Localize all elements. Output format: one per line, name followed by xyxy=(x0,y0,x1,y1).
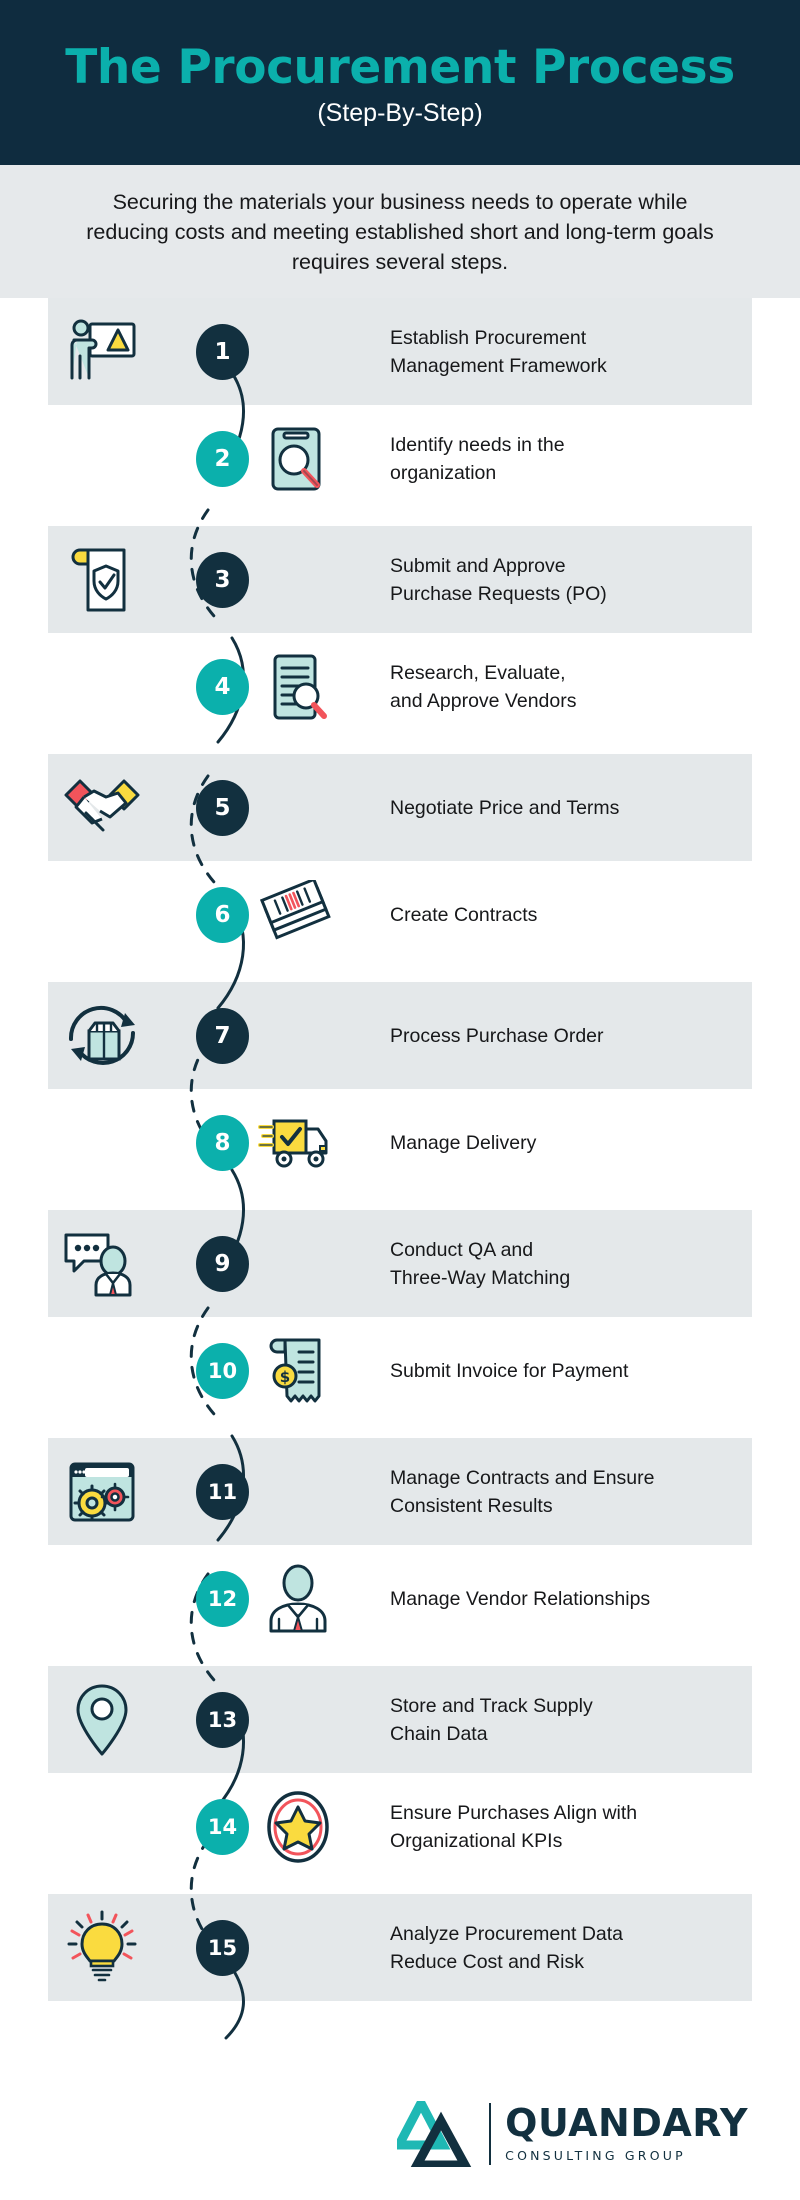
browser-gears-icon xyxy=(62,1452,142,1532)
step-label: Analyze Procurement Data Reduce Cost and… xyxy=(390,1920,750,1976)
step-label-line: Chain Data xyxy=(390,1722,488,1745)
quandary-triangle-logo-icon xyxy=(397,2101,472,2167)
delivery-truck-icon xyxy=(258,1103,338,1183)
step-label: Store and Track Supply Chain Data xyxy=(390,1692,750,1748)
logo-name: QUANDARY xyxy=(505,2101,748,2146)
step-label: Establish Procurement Management Framewo… xyxy=(390,324,750,380)
step-label: Negotiate Price and Terms xyxy=(390,794,750,822)
step-label-line: Identify needs in the xyxy=(390,433,565,456)
page-subtitle: (Step-By-Step) xyxy=(317,99,483,128)
step-number-badge: 3 xyxy=(196,551,249,608)
step-number-badge: 1 xyxy=(196,323,249,380)
step-number-badge: 9 xyxy=(196,1235,249,1292)
step-row-4[interactable]: 4 Research, Evaluate, and Approve Vendor… xyxy=(0,633,800,740)
step-row-9[interactable]: 9 Conduct QA and Three-Way Matching xyxy=(0,1210,800,1317)
step-label: Manage Contracts and Ensure Consistent R… xyxy=(390,1464,750,1520)
step-label: Ensure Purchases Align with Organization… xyxy=(390,1799,750,1855)
lightbulb-icon xyxy=(62,1908,142,1988)
step-row-2[interactable]: 2 Identify needs in the organization xyxy=(0,405,800,512)
step-label-line: Manage Contracts and Ensure xyxy=(390,1466,655,1489)
page-title: The Procurement Process xyxy=(65,39,735,95)
step-label: Submit Invoice for Payment xyxy=(390,1357,750,1385)
step-label: Process Purchase Order xyxy=(390,1022,750,1050)
step-label-line: Establish Procurement xyxy=(390,326,587,349)
intro-section: Securing the materials your business nee… xyxy=(0,165,800,298)
step-label-line: Organizational KPIs xyxy=(390,1829,563,1852)
step-label-line: Submit Invoice for Payment xyxy=(390,1359,629,1382)
clipboard-magnifier-icon xyxy=(258,419,338,499)
step-label: Submit and Approve Purchase Requests (PO… xyxy=(390,552,750,608)
handshake-icon xyxy=(62,768,142,848)
step-number-badge: 13 xyxy=(196,1691,249,1748)
step-row-15[interactable]: 15 Analyze Procurement Data Reduce Cost … xyxy=(0,1894,800,2001)
step-number-badge: 4 xyxy=(196,658,249,715)
step-label-line: organization xyxy=(390,461,497,484)
step-number-badge: 8 xyxy=(196,1114,249,1171)
step-label: Create Contracts xyxy=(390,901,750,929)
step-label-line: Reduce Cost and Risk xyxy=(390,1950,585,1973)
step-label: Identify needs in the organization xyxy=(390,431,750,487)
businessperson-icon xyxy=(258,1559,338,1639)
step-row-10[interactable]: $ 10 Submit Invoice for Payment xyxy=(0,1317,800,1424)
step-label-line: Research, Evaluate, xyxy=(390,661,566,684)
document-shield-check-icon xyxy=(62,540,142,620)
logo-wordmark: QUANDARY CONSULTING GROUP xyxy=(505,2101,748,2163)
step-label: Manage Delivery xyxy=(390,1129,750,1157)
step-label: Manage Vendor Relationships xyxy=(390,1585,750,1613)
steps-section: 1 Establish Procurement Management Frame… xyxy=(0,298,800,2068)
step-number-badge: 11 xyxy=(196,1463,249,1520)
step-row-5[interactable]: 5 Negotiate Price and Terms xyxy=(0,754,800,861)
person-chat-icon xyxy=(62,1224,142,1304)
step-row-8[interactable]: 8 Manage Delivery xyxy=(0,1089,800,1196)
step-label-line: Process Purchase Order xyxy=(390,1024,604,1047)
step-label-line: Ensure Purchases Align with xyxy=(390,1801,638,1824)
step-row-3[interactable]: 3 Submit and Approve Purchase Requests (… xyxy=(0,526,800,633)
step-label-line: Submit and Approve xyxy=(390,554,566,577)
step-row-12[interactable]: 12 Manage Vendor Relationships xyxy=(0,1545,800,1652)
contract-stack-icon xyxy=(258,875,338,955)
document-search-icon xyxy=(258,647,338,727)
step-label: Conduct QA and Three-Way Matching xyxy=(390,1236,750,1292)
invoice-dollar-icon: $ xyxy=(258,1331,338,1411)
step-row-14[interactable]: 14 Ensure Purchases Align with Organizat… xyxy=(0,1773,800,1880)
step-label-line: Manage Delivery xyxy=(390,1131,537,1154)
page-header: The Procurement Process (Step-By-Step) xyxy=(0,0,800,165)
step-label-line: Conduct QA and xyxy=(390,1238,534,1261)
map-pin-icon xyxy=(62,1680,142,1760)
step-label-line: Three-Way Matching xyxy=(390,1266,571,1289)
step-number-badge: 12 xyxy=(196,1570,249,1627)
svg-text:$: $ xyxy=(280,1368,290,1386)
step-number-badge: 5 xyxy=(196,779,249,836)
box-refresh-icon xyxy=(62,996,142,1076)
logo-divider xyxy=(489,2103,492,2165)
step-row-11[interactable]: 11 Manage Contracts and Ensure Consisten… xyxy=(0,1438,800,1545)
presenter-board-icon xyxy=(62,312,142,392)
step-number-badge: 15 xyxy=(196,1919,249,1976)
step-label: Research, Evaluate, and Approve Vendors xyxy=(390,659,750,715)
step-row-1[interactable]: 1 Establish Procurement Management Frame… xyxy=(0,298,800,405)
step-number-badge: 10 xyxy=(196,1342,249,1399)
step-row-13[interactable]: 13 Store and Track Supply Chain Data xyxy=(0,1666,800,1773)
step-number-badge: 14 xyxy=(196,1798,249,1855)
step-label-line: Analyze Procurement Data xyxy=(390,1922,624,1945)
step-number-badge: 7 xyxy=(196,1007,249,1064)
step-label-line: Create Contracts xyxy=(390,903,538,926)
step-label-line: and Approve Vendors xyxy=(390,689,577,712)
step-label-line: Management Framework xyxy=(390,354,607,377)
step-number-badge: 6 xyxy=(196,886,249,943)
step-label-line: Negotiate Price and Terms xyxy=(390,796,620,819)
footer: QUANDARY CONSULTING GROUP xyxy=(0,2068,800,2200)
quandary-logo[interactable]: QUANDARY CONSULTING GROUP xyxy=(397,2101,748,2167)
intro-text: Securing the materials your business nee… xyxy=(86,189,714,274)
step-label-line: Manage Vendor Relationships xyxy=(390,1587,651,1610)
step-number-badge: 2 xyxy=(196,430,249,487)
step-label-line: Consistent Results xyxy=(390,1494,553,1517)
star-badge-icon xyxy=(258,1787,338,1867)
step-label-line: Purchase Requests (PO) xyxy=(390,582,607,605)
step-row-7[interactable]: 7 Process Purchase Order xyxy=(0,982,800,1089)
logo-tagline: CONSULTING GROUP xyxy=(505,2147,686,2163)
step-label-line: Store and Track Supply xyxy=(390,1694,593,1717)
step-row-6[interactable]: 6 Create Contracts xyxy=(0,861,800,968)
